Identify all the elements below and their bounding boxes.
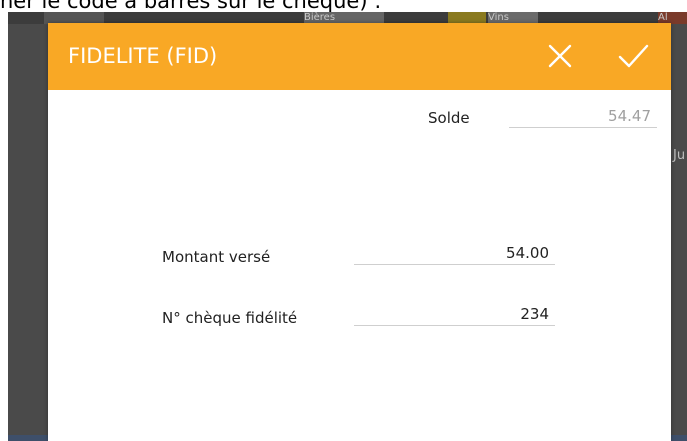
dialog-title: FIDELITE (FID)	[68, 44, 218, 68]
montant-verse-label: Montant versé	[162, 248, 271, 266]
cheque-fidelite-input[interactable]	[354, 304, 555, 326]
montant-verse-input[interactable]	[354, 243, 555, 265]
confirm-button[interactable]	[614, 37, 652, 75]
close-icon	[548, 44, 572, 68]
fidelite-dialog: FIDELITE (FID) Solde Montant versé N° ch…	[48, 23, 671, 441]
check-icon	[618, 44, 649, 68]
solde-label: Solde	[428, 109, 470, 127]
background-side-text: Ju	[673, 148, 686, 163]
instruction-caption: ner le code à barres sur le chèque) :	[0, 0, 382, 13]
close-button[interactable]	[541, 37, 579, 75]
cheque-fidelite-label: N° chèque fidélité	[162, 309, 298, 327]
screenshot: ner le code à barres sur le chèque) : Bi…	[0, 0, 687, 441]
solde-field	[509, 106, 657, 128]
dialog-header: FIDELITE (FID)	[48, 23, 671, 90]
